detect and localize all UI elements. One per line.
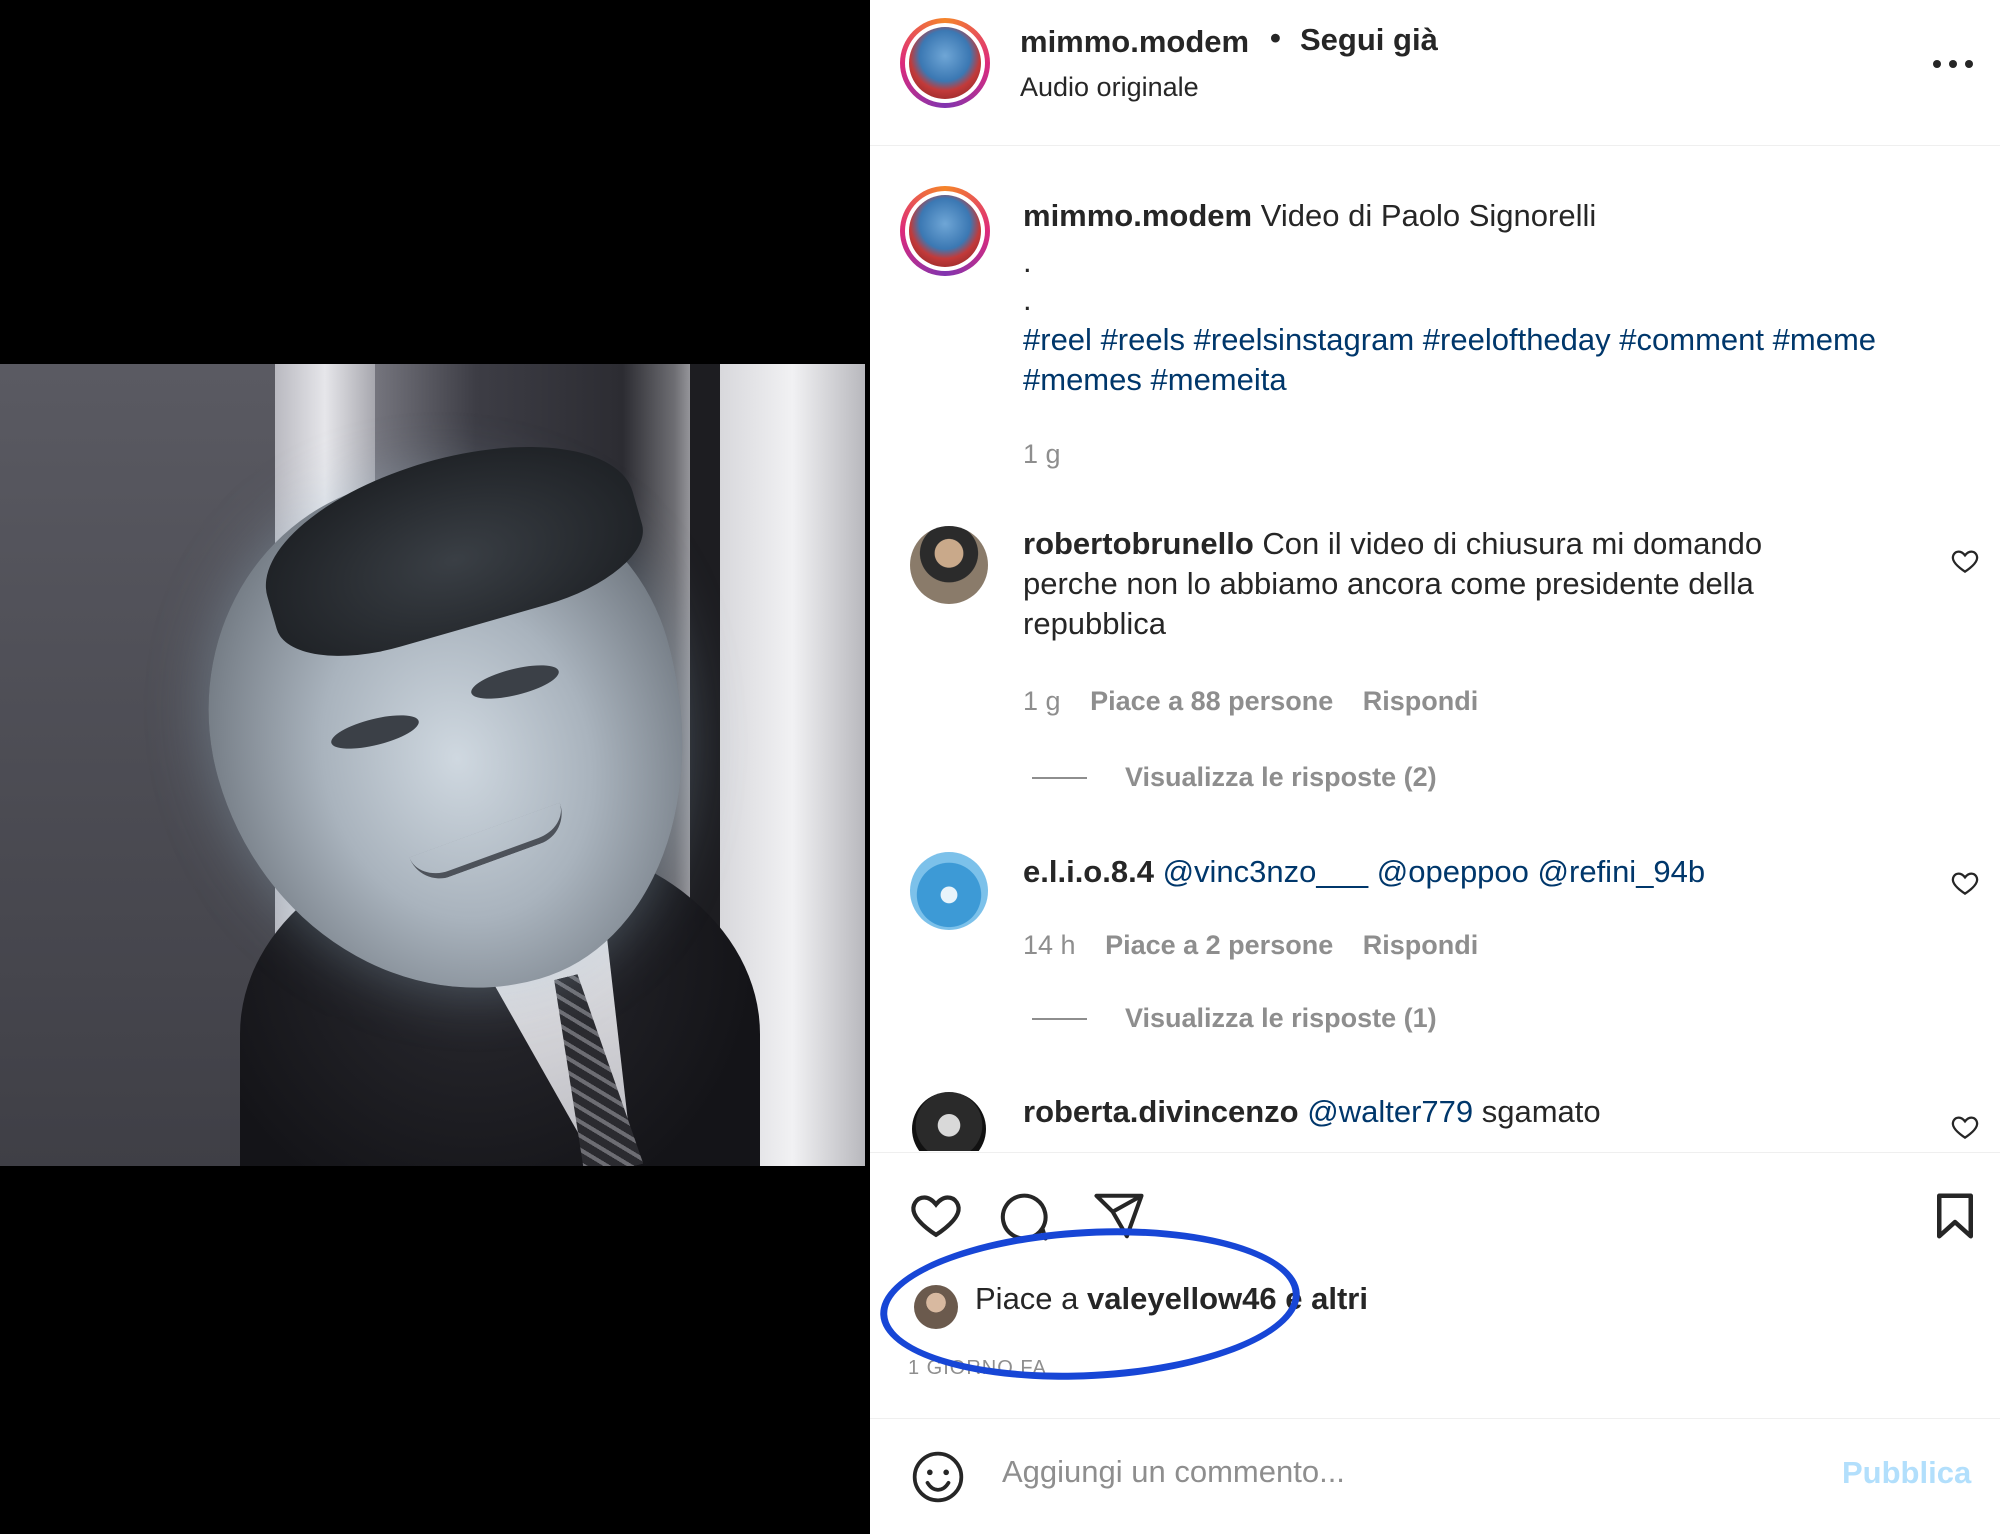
mention-link[interactable]: @vinc3nzo___ <box>1163 854 1369 889</box>
comment-likes-count[interactable]: Piace a 88 persone <box>1090 686 1333 716</box>
commenter-avatar[interactable] <box>910 852 988 930</box>
view-replies-button[interactable]: Visualizza le risposte (2) <box>1125 762 1437 793</box>
likes-summary[interactable]: Piace a valeyellow46 e altri <box>975 1281 1368 1317</box>
post-time: 1 GIORNO FA <box>908 1357 1047 1379</box>
hashtag-link[interactable]: #reels <box>1101 322 1185 357</box>
hashtag-link[interactable]: #reel <box>1023 322 1092 357</box>
mention-link[interactable]: @opeppoo <box>1377 854 1529 889</box>
comment-like-heart-icon[interactable] <box>1950 546 1980 576</box>
mention-link[interactable]: @refini_94b <box>1538 854 1706 889</box>
hashtag-link[interactable]: #reeloftheday <box>1423 322 1611 357</box>
comment-text: repubblica <box>1023 606 1167 641</box>
hashtag-link[interactable]: #comment <box>1619 322 1764 357</box>
comment-composer: Pubblica <box>870 1418 2000 1535</box>
share-icon[interactable] <box>1092 1189 1146 1243</box>
caption-time: 1 g <box>1023 439 1061 469</box>
comment-likes-count[interactable]: Piace a 2 persone <box>1105 930 1333 960</box>
comment-username[interactable]: roberta.divincenzo <box>1023 1094 1299 1129</box>
comment-text: perche non lo abbiamo ancora come presid… <box>1023 566 1754 601</box>
view-replies-button[interactable]: Visualizza le risposte (1) <box>1125 1003 1437 1034</box>
hashtag-link[interactable]: #meme <box>1773 322 1876 357</box>
caption-dot: . <box>1023 244 1032 279</box>
comment-meta: 14 h Piace a 2 persone Rispondi <box>1023 930 1500 961</box>
liker-avatar[interactable] <box>914 1285 958 1329</box>
comment-like-heart-icon[interactable] <box>1950 868 1980 898</box>
comment-meta: 1 g Piace a 88 persone Rispondi <box>1023 686 1500 717</box>
comments-list[interactable]: mimmo.modem Video di Paolo Signorelli . … <box>870 146 2000 1151</box>
author-username[interactable]: mimmo.modem <box>1020 24 1249 60</box>
caption-hashtags: #reel #reels #reelsinstagram #reelofthed… <box>1023 320 1983 400</box>
comment-username[interactable]: robertobrunello <box>1023 526 1254 561</box>
author-avatar[interactable] <box>900 18 990 108</box>
caption-dot: . <box>1023 282 1032 317</box>
caption: mimmo.modem Video di Paolo Signorelli <box>1023 196 1983 236</box>
comment-body: e.l.i.o.8.4 @vinc3nzo___ @opeppoo @refin… <box>1023 852 1903 892</box>
comment-body: roberta.divincenzo @walter779 sgamato <box>1023 1092 1903 1132</box>
likes-others[interactable]: e altri <box>1285 1281 1368 1316</box>
comment-input[interactable] <box>1000 1441 1704 1503</box>
separator-dot: • <box>1270 20 1281 55</box>
comment-text: Con il video di chiusura mi domando <box>1262 526 1763 561</box>
following-button[interactable]: Segui già <box>1300 22 1438 58</box>
post-header: mimmo.modem • Segui già Audio originale <box>870 0 2000 146</box>
comment-time: 14 h <box>1023 930 1076 960</box>
comment-text: sgamato <box>1481 1094 1601 1129</box>
hashtag-link[interactable]: #reelsinstagram <box>1194 322 1415 357</box>
bookmark-icon[interactable] <box>1928 1189 1982 1243</box>
more-options-icon[interactable] <box>1925 30 1985 70</box>
replies-divider <box>1032 1018 1087 1020</box>
liker-username[interactable]: valeyellow46 <box>1087 1281 1277 1316</box>
comment-username[interactable]: e.l.i.o.8.4 <box>1023 854 1154 889</box>
hashtag-link[interactable]: #memeita <box>1151 362 1287 397</box>
like-heart-icon[interactable] <box>908 1187 964 1243</box>
caption-text: Video di Paolo Signorelli <box>1260 198 1597 233</box>
replies-divider <box>1032 777 1087 779</box>
comment-time: 1 g <box>1023 686 1061 716</box>
comment-icon[interactable] <box>996 1189 1050 1243</box>
caption-username[interactable]: mimmo.modem <box>1023 198 1252 233</box>
audio-link[interactable]: Audio originale <box>1020 72 1199 103</box>
post-actions: Piace a valeyellow46 e altri 1 GIORNO FA <box>870 1152 2000 1418</box>
hashtag-link[interactable]: #memes <box>1023 362 1142 397</box>
emoji-icon[interactable] <box>910 1449 966 1505</box>
comment-body: robertobrunello Con il video di chiusura… <box>1023 524 1903 644</box>
video-pane[interactable] <box>0 0 870 1534</box>
reply-button[interactable]: Rispondi <box>1363 930 1479 960</box>
comment-like-heart-icon[interactable] <box>1950 1112 1980 1142</box>
reel-video[interactable] <box>0 364 865 1166</box>
post-side-panel: mimmo.modem • Segui già Audio originale … <box>870 0 2000 1534</box>
commenter-avatar[interactable] <box>910 526 988 604</box>
mention-link[interactable]: @walter779 <box>1307 1094 1473 1129</box>
caption-avatar[interactable] <box>900 186 990 276</box>
commenter-avatar[interactable] <box>912 1092 986 1151</box>
reply-button[interactable]: Rispondi <box>1363 686 1479 716</box>
likes-prefix: Piace a <box>975 1281 1079 1316</box>
publish-button[interactable]: Pubblica <box>1842 1455 1971 1491</box>
